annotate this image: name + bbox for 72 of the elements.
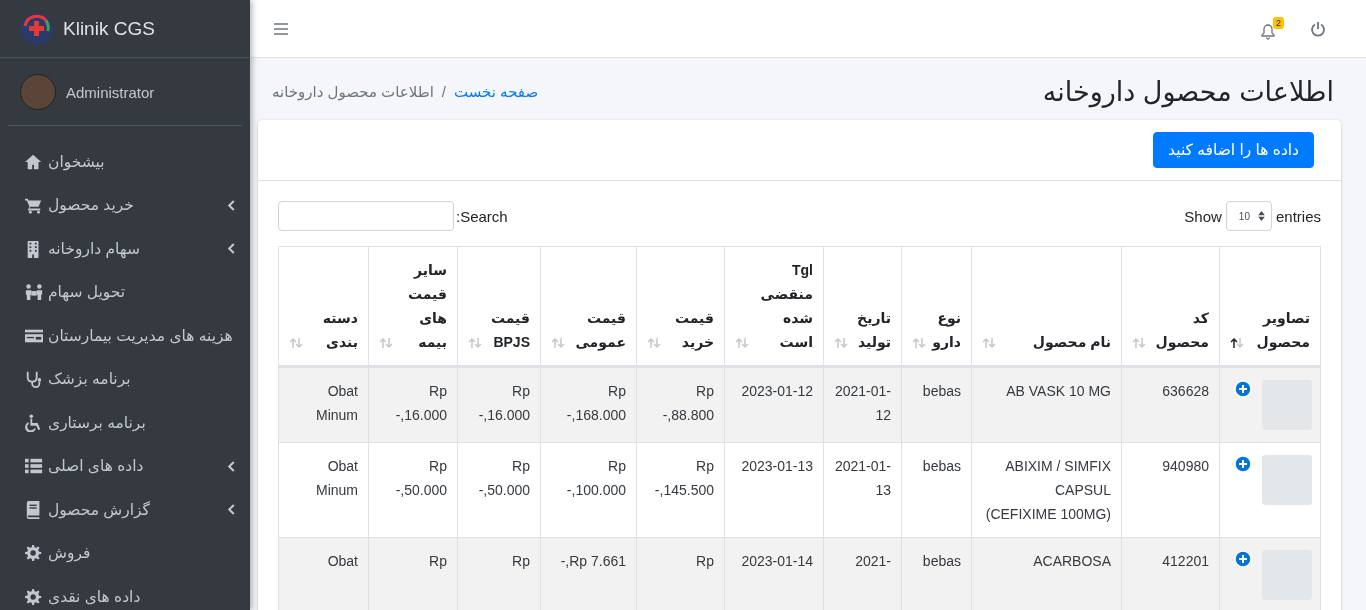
table-cell: Rp -,50.000 xyxy=(457,442,541,538)
user-name: Administrator xyxy=(66,83,155,101)
notification-count: 2 xyxy=(1273,16,1284,29)
sidebar-item[interactable]: فروش xyxy=(0,531,250,575)
sidebar-item[interactable]: برنامه برستاری xyxy=(0,401,250,445)
table-cell: -,Rp 7.661 xyxy=(540,537,637,610)
sidebar-item[interactable]: گزارش محصول xyxy=(0,488,250,532)
sidebar-item[interactable]: خرید محصول xyxy=(0,183,250,227)
table-cell: 2021-01-12 xyxy=(823,366,902,443)
gear-icon xyxy=(24,587,44,606)
sort-caret-icon xyxy=(1257,211,1265,221)
table-cell: Rp -,50.000 xyxy=(368,442,458,538)
table-cell: Rp -,88.800 xyxy=(636,366,725,443)
table-cell: ABIXIM / SIMFIX CAPSUL (CEFIXIME 100MG) xyxy=(971,442,1122,538)
table-cell: Obat Minum xyxy=(278,442,369,538)
table-cell: Obat Minum xyxy=(278,366,369,443)
power-icon[interactable] xyxy=(1310,20,1326,37)
table-cell: Rp -,168.000 xyxy=(540,366,637,443)
expand-icon[interactable] xyxy=(1234,380,1252,398)
sidebar-item[interactable]: داده های نقدی xyxy=(0,575,250,610)
table-cell: 2021- xyxy=(823,537,902,610)
logo-icon xyxy=(20,11,54,46)
sidebar-item[interactable]: بیشخوان xyxy=(0,140,250,184)
table-cell: Rp -,16.000 xyxy=(457,366,541,443)
avatar xyxy=(20,74,56,110)
home-icon xyxy=(24,152,44,171)
table-cell: Rp xyxy=(368,537,458,610)
add-data-button[interactable]: داده ها را اضافه کنید xyxy=(1153,132,1314,168)
table-cell: 636628 xyxy=(1121,366,1220,443)
table-cell: Obat xyxy=(278,537,369,610)
table-cell: 412201 xyxy=(1121,537,1220,610)
cart-icon xyxy=(24,196,44,215)
sidebar-item[interactable]: برنامه بزشک xyxy=(0,357,250,401)
people-icon xyxy=(24,283,44,302)
stethoscope-icon xyxy=(24,370,44,389)
table-cell: 2023-01-14 xyxy=(724,537,824,610)
bell-icon xyxy=(1260,23,1276,40)
expand-icon[interactable] xyxy=(1234,550,1252,568)
table-cell: Rp -,16.000 xyxy=(368,366,458,443)
sidebar-item[interactable]: هزینه های مدیریت بیمارستان xyxy=(0,314,250,358)
search-label: Search: xyxy=(456,207,508,225)
notification-button[interactable]: 2 xyxy=(1258,15,1284,42)
table-cell: ACARBOSA xyxy=(971,537,1122,610)
sidebar-item[interactable]: تحویل سهام xyxy=(0,270,250,314)
table-cell: Rp xyxy=(457,537,541,610)
breadcrumb-link[interactable]: صفحه نخست xyxy=(454,83,539,101)
sidebar-item[interactable]: داده های اصلی xyxy=(0,444,250,488)
list-icon xyxy=(24,457,44,476)
table-cell: Rp xyxy=(636,537,725,610)
breadcrumb-separator: / xyxy=(441,83,446,101)
table-cell: Rp -,145.500 xyxy=(636,442,725,538)
page-title: اطلاعات محصول داروخانه xyxy=(1041,76,1334,108)
table-cell: 2021-01-13 xyxy=(823,442,902,538)
table-cell: 2023-01-13 xyxy=(724,442,824,538)
table-cell: Rp -,100.000 xyxy=(540,442,637,538)
breadcrumb-current: اطلاعات محصول داروخانه xyxy=(272,83,434,101)
brand-name: Klinik CGS xyxy=(63,17,155,40)
page-size-select[interactable]: 10 xyxy=(1225,201,1272,231)
menu-icon[interactable] xyxy=(274,22,288,35)
entries-label: entries xyxy=(1275,207,1321,225)
show-label: Show xyxy=(1184,207,1222,225)
expand-icon[interactable] xyxy=(1234,455,1252,473)
photo-placeholder xyxy=(1262,455,1312,505)
gear-icon xyxy=(24,544,44,563)
table-cell: 2023-01-12 xyxy=(724,366,824,443)
table-cell: bebas xyxy=(901,442,972,538)
search-field[interactable] xyxy=(278,201,454,231)
table-cell: bebas xyxy=(901,537,972,610)
table-cell: 940980 xyxy=(1121,442,1220,538)
table-cell: bebas xyxy=(901,366,972,443)
table-cell: AB VASK 10 MG xyxy=(971,366,1122,443)
sidebar-item[interactable]: سهام داروخانه xyxy=(0,227,250,271)
